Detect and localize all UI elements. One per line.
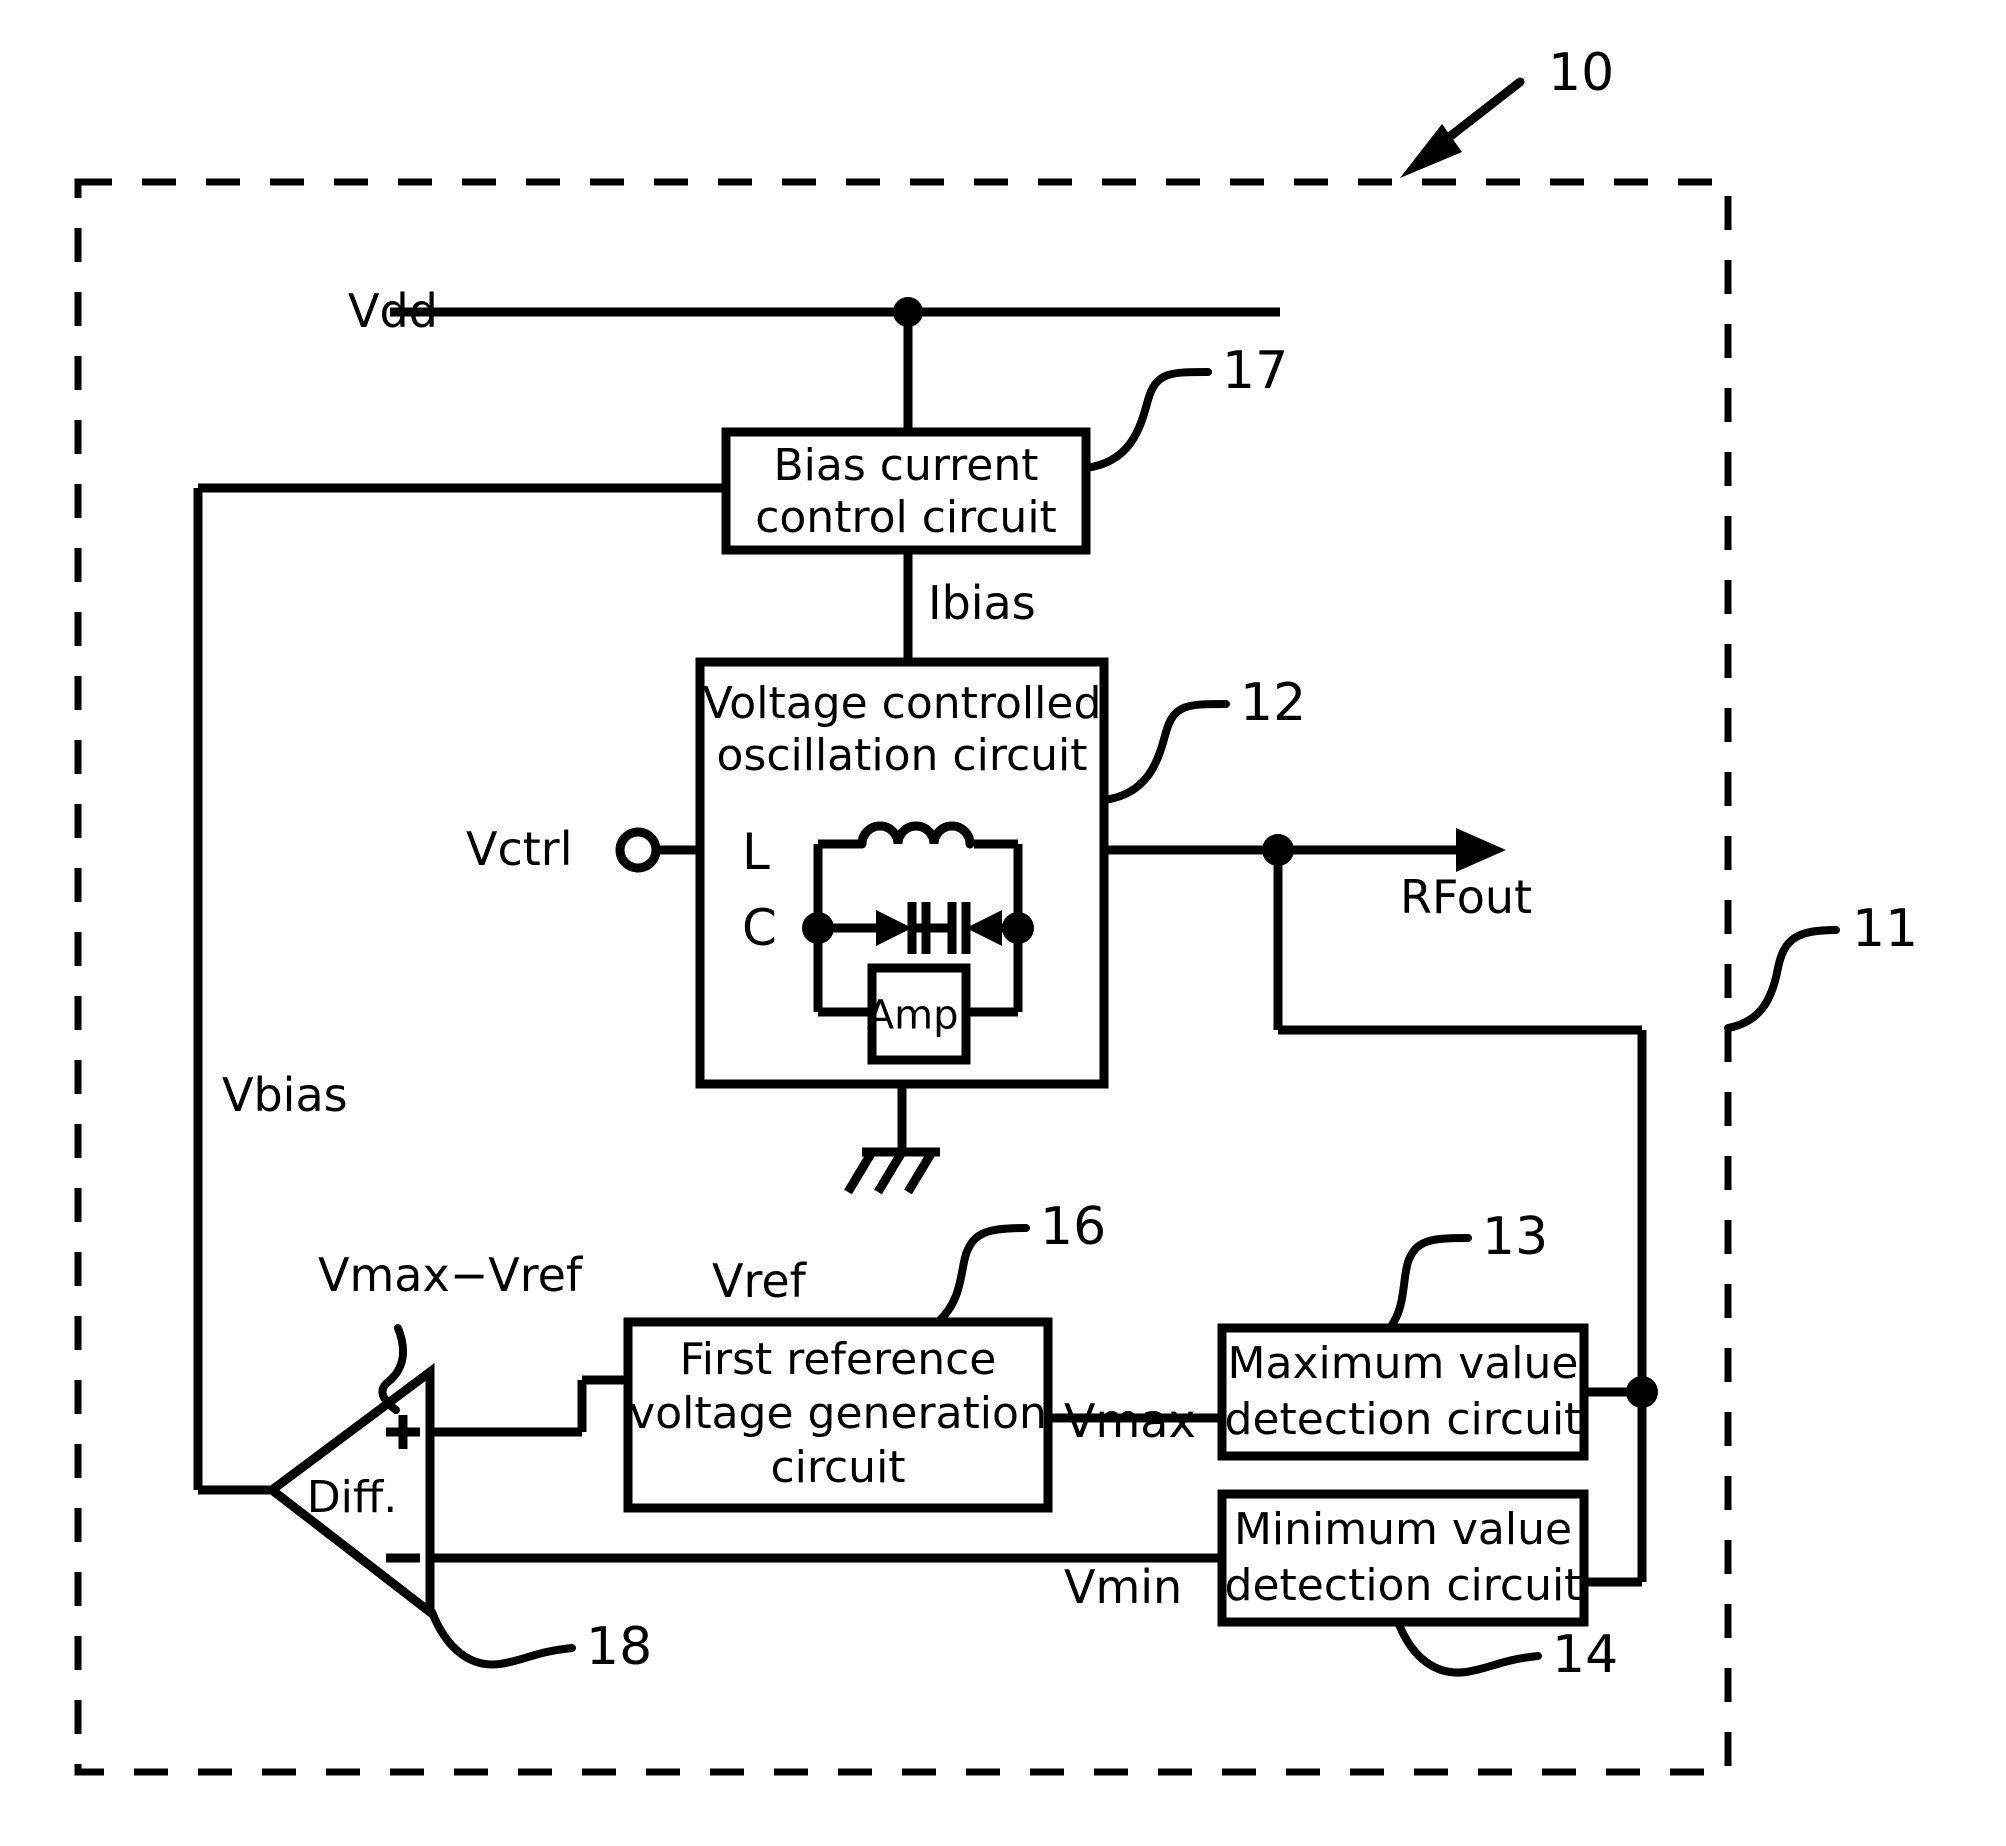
minimum-detect-line-1: Minimum value <box>1233 1504 1573 1556</box>
bias-current-line-2: control circuit <box>755 492 1057 544</box>
junction-dot-vdd <box>893 297 923 327</box>
leader-curve-12 <box>1100 700 1230 804</box>
vctrl-terminal-circle[interactable] <box>615 827 661 873</box>
reference-numeral-14: 14 <box>1552 1625 1619 1685</box>
minimum-detect-line-2: detection circuit <box>1224 1560 1582 1612</box>
junction-dot-detect-branch <box>1626 1376 1658 1408</box>
rfout-arrowhead-icon <box>1456 828 1506 872</box>
leader-curve-14 <box>1394 1618 1542 1677</box>
reference-numeral-17: 17 <box>1222 341 1289 401</box>
first-reference-line-2: voltage generation <box>629 1388 1047 1440</box>
leader-curve-17 <box>1082 368 1212 472</box>
signal-label-vctrl: Vctrl <box>466 822 573 876</box>
vco-line-2: oscillation circuit <box>716 730 1088 782</box>
patent-figure-canvas: 10 11 17 12 16 13 14 18 Vdd Ibias Vctrl … <box>0 0 2006 1846</box>
signal-label-vbias: Vbias <box>222 1068 348 1122</box>
signal-label-ibias: Ibias <box>928 576 1036 630</box>
first-reference-line-1: First reference <box>679 1334 997 1386</box>
leader-curve-16 <box>934 1224 1030 1326</box>
signal-label-vmax: Vmax <box>1064 1394 1196 1448</box>
signal-label-vmax-minus-vref: Vmax−Vref <box>318 1248 583 1302</box>
leader-arrow-10 <box>1400 77 1525 178</box>
inductor-label-l: L <box>742 823 770 881</box>
leader-curve-11 <box>1724 926 1840 1032</box>
differential-amplifier-label: Diff. <box>306 1472 398 1524</box>
maximum-detect-line-2: detection circuit <box>1224 1394 1582 1446</box>
junction-dot-tank-left <box>802 912 834 944</box>
reference-numeral-10: 10 <box>1548 43 1615 103</box>
vco-line-1: Voltage controlled <box>702 678 1102 730</box>
circuit-schematic-svg <box>74 77 1840 1776</box>
maximum-detect-line-1: Maximum value <box>1227 1338 1579 1390</box>
reference-numeral-12: 12 <box>1240 673 1307 733</box>
reference-numeral-11: 11 <box>1852 899 1919 959</box>
leader-curve-13 <box>1386 1234 1472 1332</box>
ground-symbol-icon <box>844 1147 940 1195</box>
reference-numeral-13: 13 <box>1482 1207 1549 1267</box>
first-reference-line-3: circuit <box>770 1442 906 1494</box>
capacitor-label-c: C <box>742 899 777 957</box>
signal-label-vdd: Vdd <box>348 284 438 338</box>
bias-current-line-1: Bias current <box>773 440 1039 492</box>
leader-curve-18 <box>428 1608 576 1669</box>
signal-label-rfout: RFout <box>1400 870 1533 924</box>
amp-label: Amp. <box>866 992 972 1039</box>
junction-dot-tank-right <box>1002 912 1034 944</box>
reference-numeral-16: 16 <box>1040 1197 1107 1257</box>
signal-label-vmin: Vmin <box>1064 1560 1183 1614</box>
reference-numeral-18: 18 <box>586 1617 653 1677</box>
signal-label-vref: Vref <box>712 1254 806 1308</box>
